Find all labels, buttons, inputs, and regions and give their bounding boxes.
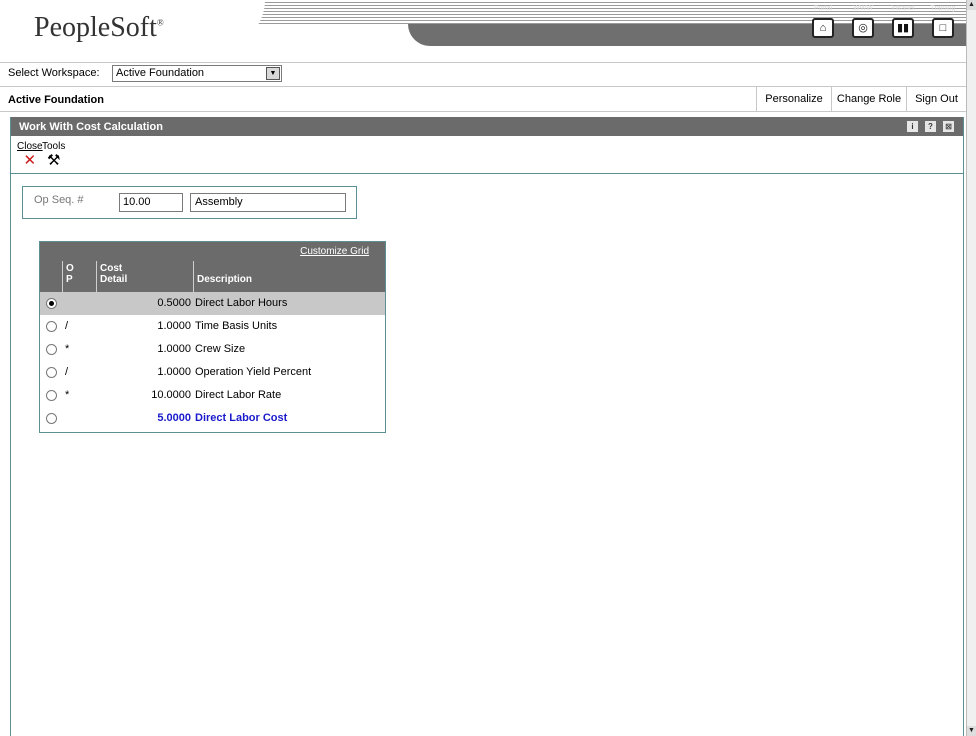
cell-cost: 5.0000 <box>157 412 191 424</box>
tools-button[interactable]: Tools ⚒ <box>42 141 65 169</box>
cell-op <box>62 407 96 430</box>
table-row[interactable]: * 10.0000 Direct Labor Rate <box>40 384 385 407</box>
header-select <box>40 261 62 292</box>
global-nav: Portal ⌂ WWW ◎ Intranet ▮▮ Training □ <box>805 4 966 44</box>
table-row[interactable]: 0.5000 Direct Labor Hours <box>40 292 385 315</box>
row-radio[interactable] <box>46 298 57 309</box>
header-cost-line1: Cost <box>100 263 123 274</box>
close-icon: ✕ <box>23 152 37 169</box>
header-description-label: Description <box>197 274 253 285</box>
header-op[interactable]: O P <box>62 261 96 292</box>
app-header: PeopleSoft® Portal ⌂ WWW ◎ Intranet ▮▮ T… <box>0 0 966 60</box>
cell-op: / <box>65 320 69 332</box>
header-cost-detail[interactable]: Cost Detail <box>96 261 193 292</box>
cell-description: Operation Yield Percent <box>195 366 312 378</box>
cell-op: * <box>65 343 70 355</box>
cell-description: Direct Labor Cost <box>195 412 288 424</box>
dropdown-arrow-icon[interactable]: ▼ <box>266 67 280 80</box>
table-row-total[interactable]: 5.0000 Direct Labor Cost <box>40 407 385 430</box>
op-seq-description-field[interactable]: Assembly <box>190 193 346 212</box>
info-icon[interactable]: i <box>907 121 918 132</box>
sign-out-link[interactable]: Sign Out <box>906 87 966 112</box>
row-radio[interactable] <box>46 321 57 332</box>
monitor-icon[interactable]: □ <box>932 18 954 38</box>
table-row[interactable]: * 1.0000 Crew Size <box>40 338 385 361</box>
cell-description: Direct Labor Rate <box>195 389 282 401</box>
nav-portal[interactable]: Portal ⌂ <box>805 4 841 38</box>
cell-cost: 0.5000 <box>96 292 193 315</box>
cell-op: / <box>65 366 69 378</box>
row-radio[interactable] <box>46 390 57 401</box>
row-radio[interactable] <box>46 344 57 355</box>
header-description[interactable]: Description <box>193 261 385 292</box>
cell-description: Time Basis Units <box>195 320 278 332</box>
cell-cost: 1.0000 <box>157 320 191 332</box>
cell-description: Crew Size <box>195 343 246 355</box>
nav-portal-label: Portal <box>813 5 833 12</box>
nav-training[interactable]: Training □ <box>925 4 961 38</box>
help-icon[interactable]: ? <box>925 121 936 132</box>
cell-description: Direct Labor Hours <box>193 292 385 315</box>
header-op-line2: P <box>66 274 73 285</box>
peoplesoft-logo: PeopleSoft® <box>34 12 164 43</box>
scroll-down-icon[interactable]: ▼ <box>967 726 976 736</box>
row-radio[interactable] <box>46 413 57 424</box>
title-bar: Active Foundation Personalize Change Rol… <box>0 86 966 112</box>
cell-cost: 1.0000 <box>157 366 191 378</box>
grid-header: O P Cost Detail Description <box>40 261 385 292</box>
cost-grid: Customize Grid O P Cost Detail Descripti… <box>39 241 386 433</box>
banner-curve <box>195 0 265 48</box>
form-title: Work With Cost Calculation <box>19 121 163 133</box>
op-seq-label: Op Seq. # <box>34 194 84 206</box>
tools-icon: ⚒ <box>46 152 61 169</box>
header-op-line1: O <box>66 263 74 274</box>
change-role-link[interactable]: Change Role <box>831 87 906 112</box>
personalize-link[interactable]: Personalize <box>756 87 831 112</box>
book-icon[interactable]: ▮▮ <box>892 18 914 38</box>
maximize-icon[interactable]: ⊠ <box>943 121 954 132</box>
nav-www-label: WWW <box>853 5 873 12</box>
cell-op <box>62 292 96 315</box>
scroll-up-icon[interactable]: ▲ <box>967 0 976 10</box>
nav-www[interactable]: WWW ◎ <box>845 4 881 38</box>
workspace-select[interactable]: Active Foundation ▼ <box>112 65 282 82</box>
workspace-selected-value: Active Foundation <box>116 67 205 79</box>
nav-training-label: Training <box>930 5 956 12</box>
globe-icon[interactable]: ◎ <box>852 18 874 38</box>
table-row[interactable]: / 1.0000 Time Basis Units <box>40 315 385 338</box>
cell-cost: 1.0000 <box>157 343 191 355</box>
workspace-bar: Select Workspace: Active Foundation ▼ <box>0 62 966 84</box>
cell-op: * <box>65 389 70 401</box>
close-button[interactable]: Close ✕ <box>17 141 43 169</box>
form-header: Work With Cost Calculation i ? ⊠ <box>11 117 963 136</box>
page-title: Active Foundation <box>8 94 104 106</box>
page-scrollbar[interactable]: ▲ ▼ <box>966 0 976 736</box>
home-icon[interactable]: ⌂ <box>812 18 834 38</box>
table-row[interactable]: / 1.0000 Operation Yield Percent <box>40 361 385 384</box>
op-seq-field[interactable]: 10.00 <box>119 193 183 212</box>
workspace-label: Select Workspace: <box>8 67 100 79</box>
op-seq-panel: Op Seq. # 10.00 Assembly <box>22 186 357 219</box>
form-frame: Work With Cost Calculation i ? ⊠ Close ✕… <box>10 117 964 736</box>
nav-intranet[interactable]: Intranet ▮▮ <box>885 4 921 38</box>
header-cost-line2: Detail <box>100 274 128 285</box>
customize-grid-link[interactable]: Customize Grid <box>300 246 369 257</box>
form-toolbar: Close ✕ Tools ⚒ <box>11 136 963 174</box>
nav-intranet-label: Intranet <box>891 5 915 12</box>
grid-toolbar: Customize Grid <box>40 242 385 261</box>
cell-cost: 10.0000 <box>151 389 191 401</box>
row-radio[interactable] <box>46 367 57 378</box>
